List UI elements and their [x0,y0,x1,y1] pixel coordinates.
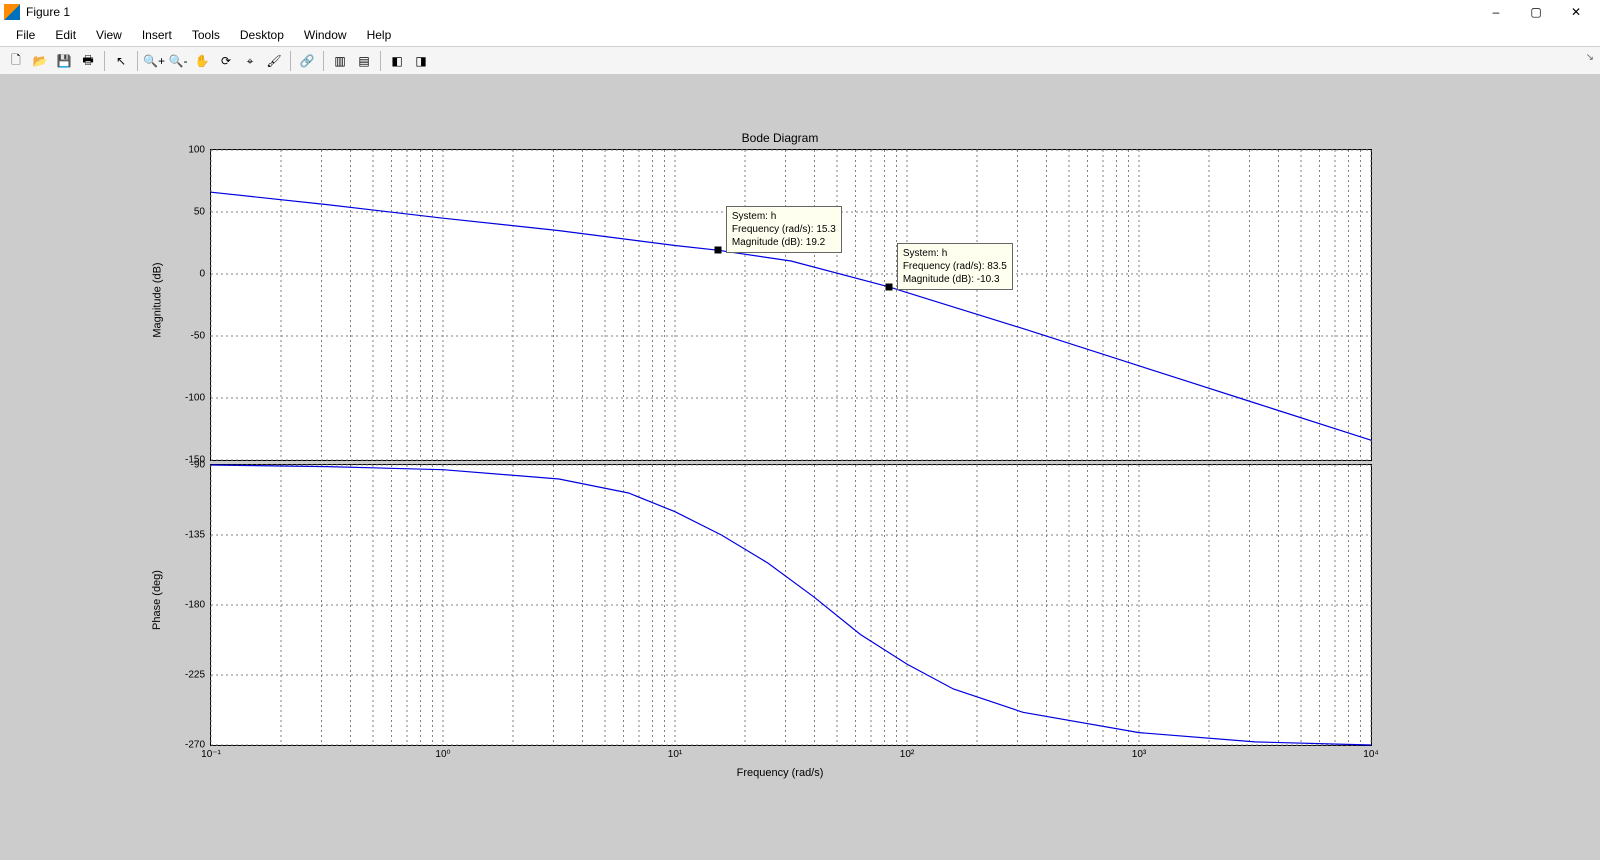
open-button[interactable]: 📂 [29,50,51,72]
insert-colorbar-button[interactable]: ▥ [329,50,351,72]
datatip-line: Magnitude (dB): -10.3 [903,273,1007,286]
plot-title: Bode Diagram [150,131,1410,145]
ytick-label: -135 [165,530,205,541]
ytick-label: -225 [165,670,205,681]
maximize-button[interactable]: ▢ [1516,0,1556,24]
titlebar: Figure 1 – ▢ ✕ [0,0,1600,24]
menu-help[interactable]: Help [357,26,402,44]
datatip-line: System: h [732,210,836,223]
menubar: File Edit View Insert Tools Desktop Wind… [0,24,1600,47]
brush-button[interactable]: 🖌 [263,50,285,72]
ytick-label: -270 [165,740,205,751]
xtick-label: 10² [900,749,914,760]
ytick-label: -90 [165,460,205,471]
xtick-label: 10⁻¹ [201,749,221,760]
link-plot-button[interactable]: 🔗 [296,50,318,72]
new-figure-button[interactable]: 🗋 [5,50,27,72]
pan-button[interactable]: ✋ [191,50,213,72]
data-cursor-button[interactable]: ⌖ [239,50,261,72]
matlab-icon [4,4,20,20]
datatip-line: Frequency (rad/s): 83.5 [903,260,1007,273]
print-button[interactable]: 🖶 [77,50,99,72]
menu-window[interactable]: Window [294,26,357,44]
xtick-label: 10⁴ [1363,749,1378,760]
toolbar-separator [380,51,381,71]
undock-button[interactable]: ◨ [410,50,432,72]
datatip-line: Magnitude (dB): 19.2 [732,236,836,249]
frequency-xlabel: Frequency (rad/s) [150,767,1410,779]
data-cursor-tooltip[interactable]: System: hFrequency (rad/s): 83.5Magnitud… [897,243,1013,290]
menu-edit[interactable]: Edit [45,26,86,44]
ytick-label: -180 [165,600,205,611]
save-button[interactable]: 💾 [53,50,75,72]
data-cursor-marker[interactable] [885,283,892,290]
phase-axes[interactable]: -270-225-180-135-9010⁻¹10⁰10¹10²10³10⁴ [210,464,1372,746]
close-button[interactable]: ✕ [1556,0,1596,24]
xtick-label: 10⁰ [435,749,450,760]
rotate3d-button[interactable]: ⟳ [215,50,237,72]
toolbar-separator [323,51,324,71]
edit-plot-button[interactable]: ↖ [110,50,132,72]
datatip-line: System: h [903,247,1007,260]
insert-legend-button[interactable]: ▤ [353,50,375,72]
magnitude-axes[interactable]: -150-100-50050100System: hFrequency (rad… [210,149,1372,461]
menu-file[interactable]: File [6,26,45,44]
minimize-button[interactable]: – [1476,0,1516,24]
ytick-label: 0 [165,269,205,280]
toolbar-separator [137,51,138,71]
menu-insert[interactable]: Insert [132,26,182,44]
bode-figure: Bode Diagram -150-100-50050100System: hF… [150,119,1410,839]
toolbar-separator [104,51,105,71]
figure-client: Bode Diagram -150-100-50050100System: hF… [0,74,1600,860]
phase-ylabel: Phase (deg) [151,570,163,630]
xtick-label: 10³ [1132,749,1146,760]
menu-view[interactable]: View [86,26,132,44]
toolbar: 🗋 📂 💾 🖶 ↖ 🔍+ 🔍- ✋ ⟳ ⌖ 🖌 🔗 ▥ ▤ ◧ ◨ [0,47,1600,76]
zoom-in-button[interactable]: 🔍+ [143,50,165,72]
ytick-label: -100 [165,393,205,404]
toolbar-separator [290,51,291,71]
menu-desktop[interactable]: Desktop [230,26,294,44]
dock-button[interactable]: ◧ [386,50,408,72]
window-title: Figure 1 [26,5,70,19]
xtick-label: 10¹ [668,749,682,760]
data-cursor-tooltip[interactable]: System: hFrequency (rad/s): 15.3Magnitud… [726,206,842,253]
data-cursor-marker[interactable] [714,247,721,254]
ytick-label: -50 [165,331,205,342]
show-plot-tools-button[interactable]: ↘ [1586,52,1594,63]
datatip-line: Frequency (rad/s): 15.3 [732,223,836,236]
ytick-label: 50 [165,207,205,218]
menu-tools[interactable]: Tools [182,26,230,44]
zoom-out-button[interactable]: 🔍- [167,50,189,72]
magnitude-ylabel: Magnitude (dB) [152,262,164,337]
ytick-label: 100 [165,145,205,156]
